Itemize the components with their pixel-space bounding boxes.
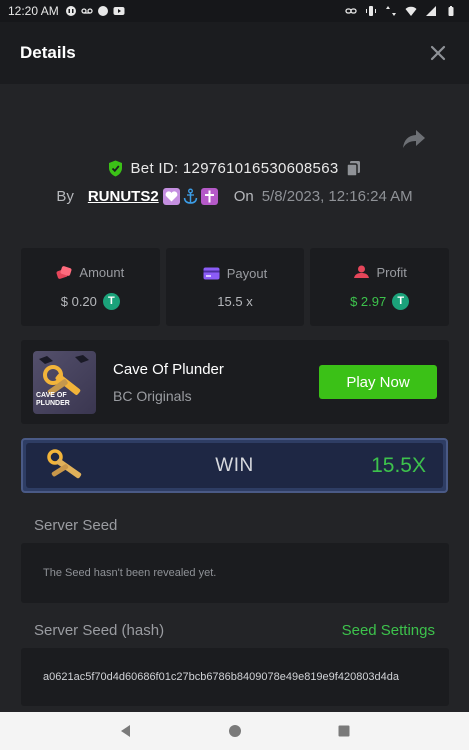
card-icon: [203, 267, 220, 279]
on-label: On: [233, 188, 254, 205]
youtube-icon: [113, 7, 125, 15]
status-bar: 12:20 AM: [0, 0, 469, 22]
chips-icon: [56, 266, 72, 279]
close-button[interactable]: [427, 42, 449, 64]
bet-id: Bet ID: 129761016530608563: [130, 160, 339, 177]
server-seed-value: The Seed hasn't been revealed yet.: [43, 567, 217, 579]
app-icon: [97, 6, 108, 16]
play-now-button[interactable]: Play Now: [319, 365, 437, 399]
navigation-bar: [0, 712, 469, 750]
stat-profit: Profit $ 2.97 T: [310, 248, 450, 326]
game-provider: BC Originals: [113, 387, 192, 404]
recents-icon[interactable]: [337, 724, 351, 738]
server-seed-label: Server Seed: [34, 517, 118, 534]
bet-stats: Amount $ 0.20 T Payout 15.5 x Profit $ 2…: [21, 248, 450, 326]
cross-icon: [200, 188, 218, 205]
server-seed-box: The Seed hasn't been revealed yet.: [21, 543, 449, 603]
data-icon: [386, 6, 396, 16]
stat-payout: Payout 15.5 x: [165, 248, 305, 326]
vibrate-icon: [366, 6, 376, 16]
bet-date: 5/8/2023, 12:16:24 AM: [261, 188, 413, 205]
battery-icon: [448, 6, 454, 16]
tether-icon: T: [102, 292, 120, 310]
profit-icon: [353, 265, 369, 278]
game-thumbnail-caption: CAVE OF PLUNDER: [36, 391, 70, 407]
by-label: By: [56, 188, 74, 205]
server-seed-hash-box[interactable]: a0621ac5f70d4d60686f01c27bcb6786b8409078…: [21, 648, 449, 706]
seed-settings-link[interactable]: Seed Settings: [342, 622, 435, 639]
modal-header: Details: [0, 22, 469, 84]
stat-amount-value: $ 0.20: [60, 293, 97, 309]
status-right: [345, 5, 461, 17]
bet-byline: By RUNUTS2 On 5/8/2023, 12:16:24 AM: [0, 188, 469, 205]
stat-profit-value: $ 2.97: [350, 293, 387, 309]
stat-payout-value: 15.5 x: [217, 293, 253, 309]
wifi-icon: [405, 6, 417, 16]
notification-icon: [65, 6, 76, 16]
server-seed-hash-value: a0621ac5f70d4d60686f01c27bcb6786b8409078…: [43, 671, 400, 683]
result-multiplier: 15.5X: [371, 453, 426, 477]
result-banner: WIN 15.5X: [21, 438, 448, 493]
signal-icon: [426, 6, 436, 16]
game-thumbnail[interactable]: CAVE OF PLUNDER: [33, 350, 96, 414]
stat-payout-label: Payout: [226, 265, 268, 281]
anchor-icon: [183, 188, 197, 204]
stat-amount: Amount $ 0.20 T: [21, 248, 160, 326]
voicemail-icon: [81, 8, 93, 14]
heart-icon: [162, 188, 180, 205]
server-seed-hash-label: Server Seed (hash): [34, 622, 165, 639]
copy-icon[interactable]: [346, 160, 361, 177]
home-icon[interactable]: [228, 724, 242, 738]
game-info: Cave Of Plunder BC Originals: [113, 361, 224, 404]
back-icon[interactable]: [119, 724, 133, 738]
page-title: Details: [20, 43, 76, 62]
screen: 12:20 AM Details Bet ID: 129761016530608…: [0, 0, 469, 750]
close-icon: [430, 45, 446, 61]
link-icon: [345, 8, 357, 14]
game-card: CAVE OF PLUNDER Cave Of Plunder BC Origi…: [21, 340, 449, 424]
status-time: 12:20 AM: [8, 4, 59, 18]
stat-profit-label: Profit: [376, 264, 407, 280]
tether-icon: T: [392, 292, 410, 310]
bet-id-row: Bet ID: 129761016530608563: [0, 160, 469, 177]
verified-shield-icon: [108, 160, 122, 177]
stat-amount-label: Amount: [79, 264, 125, 280]
game-name[interactable]: Cave Of Plunder: [113, 361, 224, 378]
username-link[interactable]: RUNUTS2: [88, 188, 159, 205]
username-emojis: [162, 188, 218, 205]
share-icon[interactable]: [402, 128, 426, 150]
